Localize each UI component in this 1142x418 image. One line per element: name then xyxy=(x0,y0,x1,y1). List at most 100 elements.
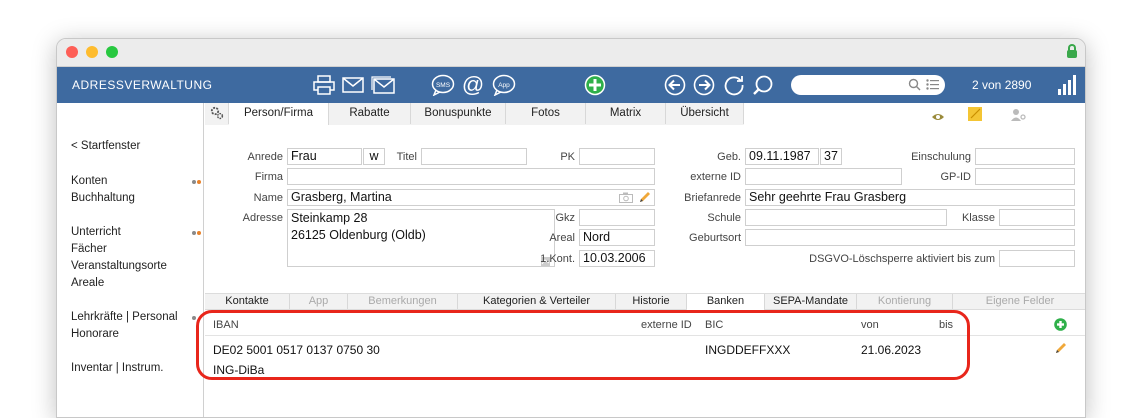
sidebar-item-buchhaltung[interactable]: Buchhaltung xyxy=(71,192,135,204)
forward-icon[interactable] xyxy=(693,74,715,96)
tab-rabatte[interactable]: Rabatte xyxy=(329,103,411,124)
tab-person-firma[interactable]: Person/Firma xyxy=(229,103,329,125)
sidebar-konten-dots xyxy=(192,180,202,184)
tab-kontierung[interactable]: Kontierung xyxy=(857,294,953,309)
sidebar-item-unterricht[interactable]: Unterricht xyxy=(71,226,121,238)
find-icon[interactable] xyxy=(752,74,774,96)
externe-id-field[interactable] xyxy=(745,168,902,185)
sidebar-unterricht-dots xyxy=(192,231,202,235)
sidebar-item-startfenster[interactable]: < Startfenster xyxy=(71,140,140,152)
eye-icon[interactable] xyxy=(931,111,945,125)
einschulung-label: Einschulung xyxy=(911,151,971,163)
sidebar-item-faecher[interactable]: Fächer xyxy=(71,243,107,255)
refresh-icon[interactable] xyxy=(723,74,745,96)
sidebar-item-konten[interactable]: Konten xyxy=(71,175,107,187)
adresse-line-1: Steinkamp 28 xyxy=(291,211,368,225)
gp-id-label: GP-ID xyxy=(940,171,971,183)
anrede-code-field[interactable]: w xyxy=(363,148,385,165)
gkz-field[interactable] xyxy=(579,209,655,226)
close-window-button[interactable] xyxy=(66,46,78,58)
print-icon[interactable] xyxy=(313,74,335,96)
tab-matrix[interactable]: Matrix xyxy=(586,103,666,124)
geburtsort-field[interactable] xyxy=(745,229,1075,246)
email-all-icon[interactable] xyxy=(371,74,395,96)
tab-bemerkungen[interactable]: Bemerkungen xyxy=(348,294,458,309)
edit-bank-pencil-icon[interactable] xyxy=(1054,341,1068,358)
note-icon[interactable] xyxy=(967,106,983,125)
camera-icon[interactable] xyxy=(619,192,633,206)
sms-icon[interactable]: SMS xyxy=(431,74,455,96)
search-input[interactable] xyxy=(791,75,945,95)
tab-kategorien-verteiler[interactable]: Kategorien & Verteiler xyxy=(458,294,616,309)
tab-uebersicht[interactable]: Übersicht xyxy=(666,103,744,124)
firma-field[interactable] xyxy=(287,168,655,185)
list-options-icon[interactable] xyxy=(926,79,939,93)
top-tab-filler xyxy=(744,103,1085,125)
detail-tab-bar: Kontakte App Bemerkungen Kategorien & Ve… xyxy=(205,293,1085,310)
edit-name-pencil-icon[interactable] xyxy=(638,190,652,207)
titel-label: Titel xyxy=(396,151,417,163)
dsgvo-field[interactable] xyxy=(999,250,1075,267)
svg-text:SMS: SMS xyxy=(436,82,451,89)
minimize-window-button[interactable] xyxy=(86,46,98,58)
search-icon xyxy=(908,78,921,94)
pk-field[interactable] xyxy=(579,148,655,165)
email-icon[interactable] xyxy=(342,74,364,96)
adresse-label: Adresse xyxy=(242,212,283,224)
sidebar-item-lehrkraefte[interactable]: Lehrkräfte | Personal xyxy=(71,311,178,323)
zoom-window-button[interactable] xyxy=(106,46,118,58)
add-bank-icon[interactable] xyxy=(1054,318,1067,334)
klasse-field[interactable] xyxy=(999,209,1075,226)
briefanrede-field[interactable]: Sehr geehrte Frau Grasberg xyxy=(745,189,1075,206)
svg-text:App: App xyxy=(498,82,510,89)
tab-kontakte[interactable]: Kontakte xyxy=(205,294,290,309)
tab-app[interactable]: App xyxy=(290,294,348,309)
sidebar-item-areale[interactable]: Areale xyxy=(71,277,104,289)
record-counter: 2 von 2890 xyxy=(972,78,1032,92)
geb-field[interactable]: 09.11.1987 xyxy=(745,148,819,165)
gp-id-field[interactable] xyxy=(975,168,1075,185)
tab-banken[interactable]: Banken xyxy=(687,294,765,310)
adresse-field[interactable]: Steinkamp 28 26125 Oldenburg (Oldb) xyxy=(287,209,555,267)
sidebar-item-veranstaltungsorte[interactable]: Veranstaltungsorte xyxy=(71,260,167,272)
at-icon[interactable]: @ xyxy=(461,74,485,96)
app-title: ADRESSVERWALTUNG xyxy=(72,78,213,92)
toolbar: ADRESSVERWALTUNG SMS @ App 2 von 2890 xyxy=(57,67,1085,103)
svg-text:@: @ xyxy=(462,74,484,96)
sidebar-item-inventar[interactable]: Inventar | Instrum. xyxy=(71,362,163,374)
geburtsort-label: Geburtsort xyxy=(689,232,741,244)
geb-label: Geb. xyxy=(717,151,741,163)
signal-bars-icon[interactable] xyxy=(1058,75,1076,95)
kont-field[interactable]: 10.03.2006 xyxy=(579,250,655,267)
firma-label: Firma xyxy=(254,171,283,183)
pk-label: PK xyxy=(560,151,575,163)
back-icon[interactable] xyxy=(664,74,686,96)
app-icon[interactable]: App xyxy=(492,74,516,96)
kont-label: 1.Kont. xyxy=(540,253,575,265)
settings-gear-icon[interactable] xyxy=(205,103,229,124)
top-tab-bar: Person/Firma Rabatte Bonuspunkte Fotos M… xyxy=(205,103,1085,125)
alter-field: 37 xyxy=(820,148,842,165)
schule-label: Schule xyxy=(707,212,741,224)
tab-eigene-felder[interactable]: Eigene Felder xyxy=(953,294,1085,309)
anrede-field[interactable]: Frau xyxy=(287,148,362,165)
titel-field[interactable] xyxy=(421,148,527,165)
tab-historie[interactable]: Historie xyxy=(616,294,687,309)
schule-field[interactable] xyxy=(745,209,947,226)
highlight-annotation xyxy=(196,310,970,380)
anrede-label: Anrede xyxy=(247,151,283,163)
areal-field[interactable]: Nord xyxy=(579,229,655,246)
person-key-icon[interactable] xyxy=(1011,108,1027,125)
sidebar: < Startfenster Konten Buchhaltung Unterr… xyxy=(57,103,204,417)
lock-icon xyxy=(1067,44,1077,58)
add-icon[interactable] xyxy=(584,74,606,96)
sidebar-item-honorare[interactable]: Honorare xyxy=(71,328,119,340)
tab-sepa-mandate[interactable]: SEPA-Mandate xyxy=(765,294,857,309)
name-field[interactable]: Grasberg, Martina xyxy=(287,189,655,206)
tab-fotos[interactable]: Fotos xyxy=(506,103,586,124)
einschulung-field[interactable] xyxy=(975,148,1075,165)
adresse-line-2: 26125 Oldenburg (Oldb) xyxy=(291,228,426,242)
klasse-label: Klasse xyxy=(961,212,995,224)
dsgvo-label: DSGVO-Löschsperre aktiviert bis zum xyxy=(809,253,995,265)
tab-bonuspunkte[interactable]: Bonuspunkte xyxy=(411,103,506,124)
